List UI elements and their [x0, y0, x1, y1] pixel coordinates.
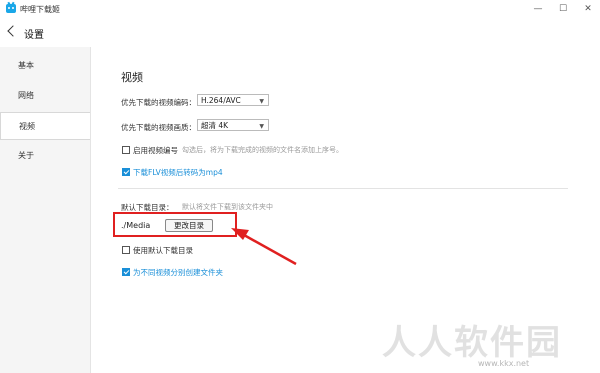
watermark-logo: 人人软件园: [382, 323, 562, 363]
watermark-url: www.kkx.net: [478, 359, 530, 368]
